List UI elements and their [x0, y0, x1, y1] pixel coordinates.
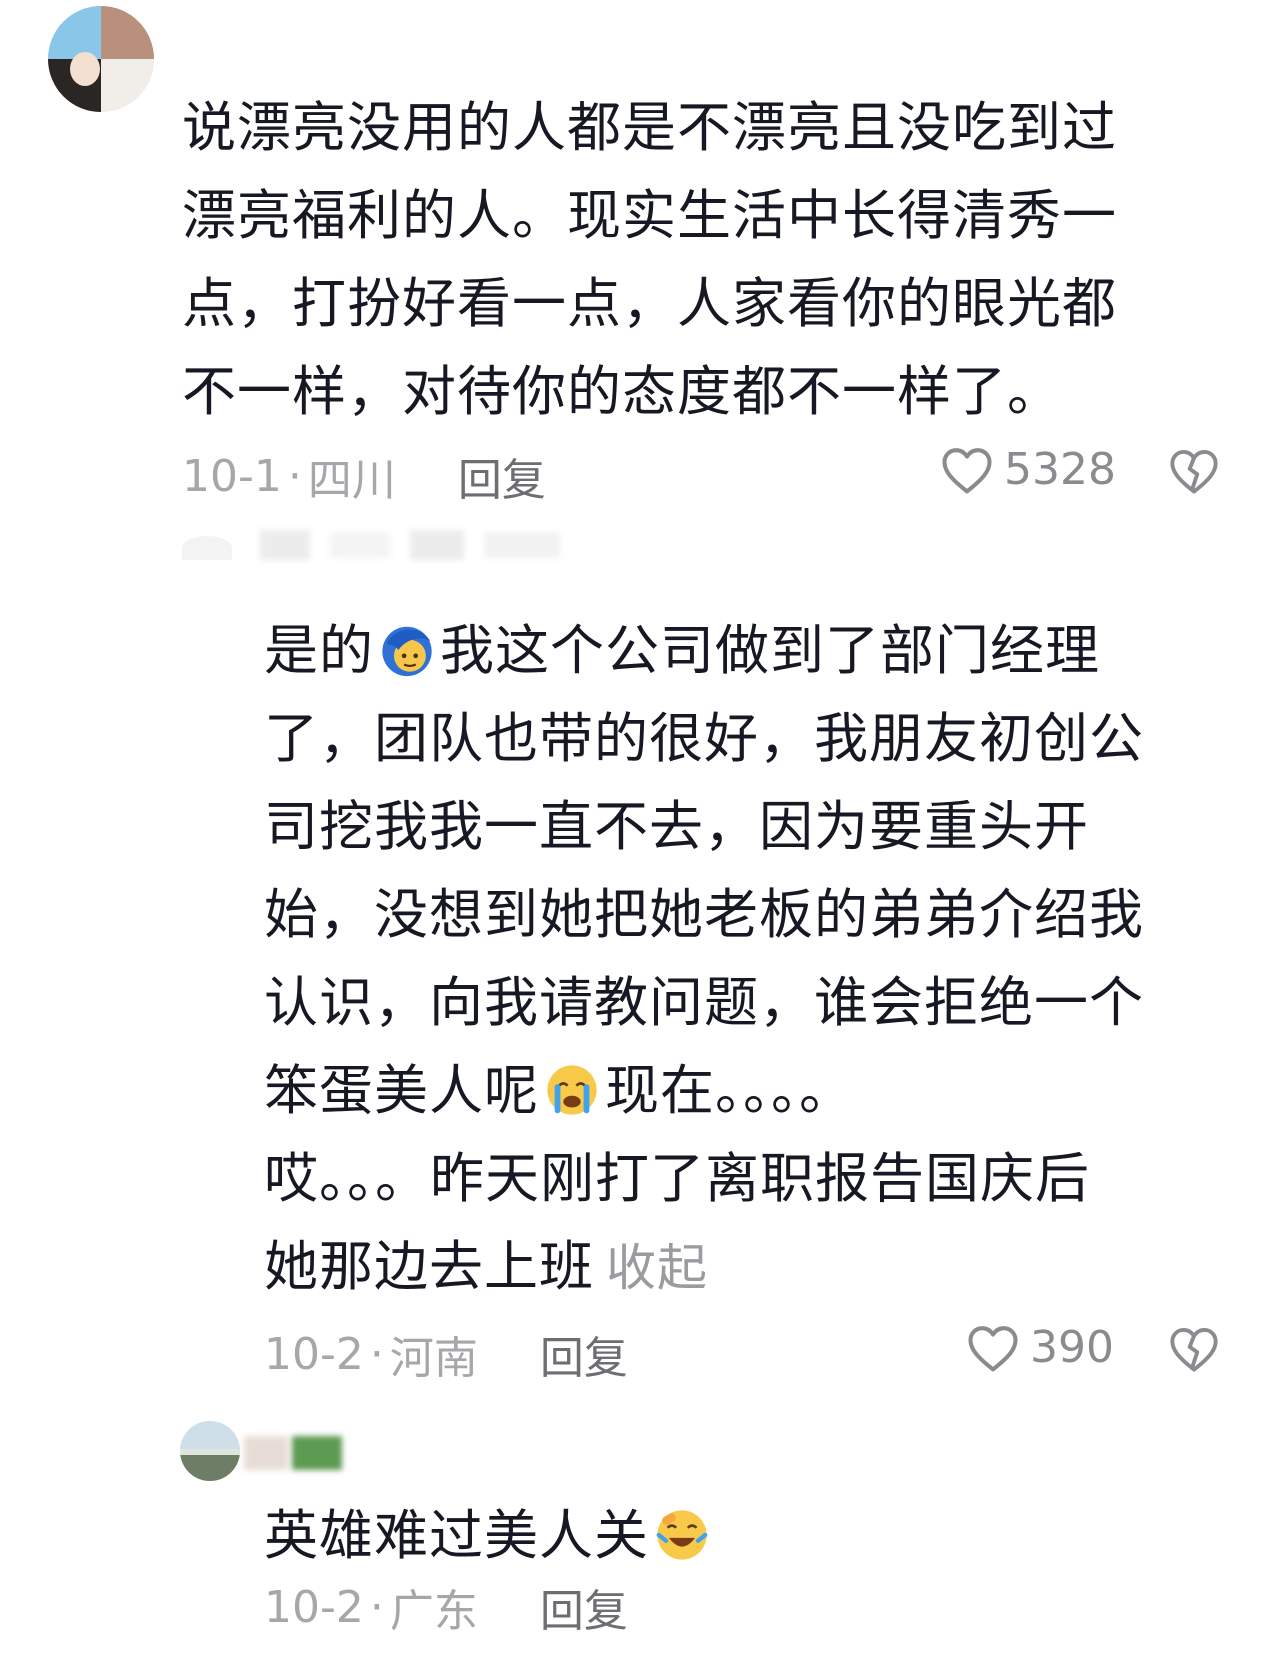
reply-button[interactable]: 回复: [540, 1575, 628, 1639]
collapse-button[interactable]: 收起: [606, 1239, 708, 1297]
comment-line: 了，团队也带的很好，我朋友初创公: [264, 707, 1144, 770]
like-button[interactable]: 5328: [940, 444, 1116, 495]
broken-heart-icon[interactable]: [1168, 1324, 1220, 1374]
redacted-username: [330, 532, 390, 558]
comment-line: 说漂亮没用的人都是不漂亮且没吃到过: [182, 96, 1117, 159]
avatar[interactable]: [180, 1421, 240, 1481]
comment-meta: 10-2 · 广东 回复: [264, 1575, 628, 1639]
reply-text: 英雄难过美人关: [264, 1492, 1164, 1580]
avatar[interactable]: [182, 536, 232, 560]
separator-dot: ·: [369, 1328, 384, 1380]
comment-date: 10-1: [182, 450, 282, 502]
comment-fragment: 是的: [264, 619, 374, 682]
comment-fragment: 英雄难过美人关: [264, 1504, 649, 1567]
comment-line: 漂亮福利的人。现实生活中长得清秀一: [182, 184, 1117, 247]
redacted-username: [244, 1436, 288, 1470]
separator-dot: ·: [287, 450, 302, 502]
comment-line: 点，打扮好看一点，人家看你的眼光都: [182, 272, 1117, 335]
blue-hair-face-emoji: [382, 626, 432, 677]
comment-line: 不一样，对待你的态度都不一样了。: [182, 360, 1062, 423]
comment-meta: 10-2 · 河南 回复: [264, 1322, 628, 1386]
comment-line: 司挖我我一直不去，因为要重头开: [264, 795, 1089, 858]
reply-button[interactable]: 回复: [458, 444, 546, 508]
redacted-username: [484, 532, 560, 558]
laughing-face-emoji: [656, 1510, 708, 1560]
like-count: 5328: [1004, 444, 1116, 495]
comment-fragment: 她那边去上班: [264, 1235, 594, 1298]
crying-face-emoji: [547, 1065, 597, 1115]
reply-text: 是的 我这个公司做到了部门经理 了，团队也带的很好，我朋友初创公 司挖我我一直不…: [264, 607, 1238, 1312]
comment-thread: 说漂亮没用的人都是不漂亮且没吃到过 漂亮福利的人。现实生活中长得清秀一 点，打扮…: [0, 0, 1282, 1660]
comment-location: 广东: [389, 1586, 478, 1637]
comment-meta: 10-1 · 四川 回复: [182, 444, 546, 508]
comment-location: 河南: [389, 1333, 478, 1384]
heart-outline-icon: [968, 1325, 1018, 1371]
reply-button[interactable]: 回复: [540, 1322, 628, 1386]
avatar[interactable]: [48, 6, 154, 112]
comment-date: 10-2: [264, 1328, 364, 1380]
heart-outline-icon: [942, 447, 992, 493]
comment-location: 四川: [307, 455, 396, 506]
separator-dot: ·: [369, 1581, 384, 1633]
redacted-username: [292, 1436, 342, 1470]
redacted-username: [410, 530, 464, 560]
like-button[interactable]: 390: [966, 1322, 1114, 1373]
comment-date: 10-2: [264, 1581, 364, 1633]
like-count: 390: [1030, 1322, 1114, 1373]
comment-line: 始，没想到她把她老板的弟弟介绍我: [264, 883, 1144, 946]
comment-line: 哎。。。昨天刚打了离职报告国庆后: [264, 1147, 1090, 1210]
comment-line: 认识，向我请教问题，谁会拒绝一个: [264, 971, 1144, 1034]
comment-fragment: 我这个公司做到了部门经理: [440, 619, 1100, 682]
redacted-username: [260, 530, 310, 560]
comment-text: 说漂亮没用的人都是不漂亮且没吃到过 漂亮福利的人。现实生活中长得清秀一 点，打扮…: [182, 84, 1212, 436]
comment-fragment: 笨蛋美人呢: [264, 1059, 539, 1122]
comment-fragment: 现在。。。。: [605, 1059, 854, 1122]
broken-heart-icon[interactable]: [1168, 446, 1220, 496]
